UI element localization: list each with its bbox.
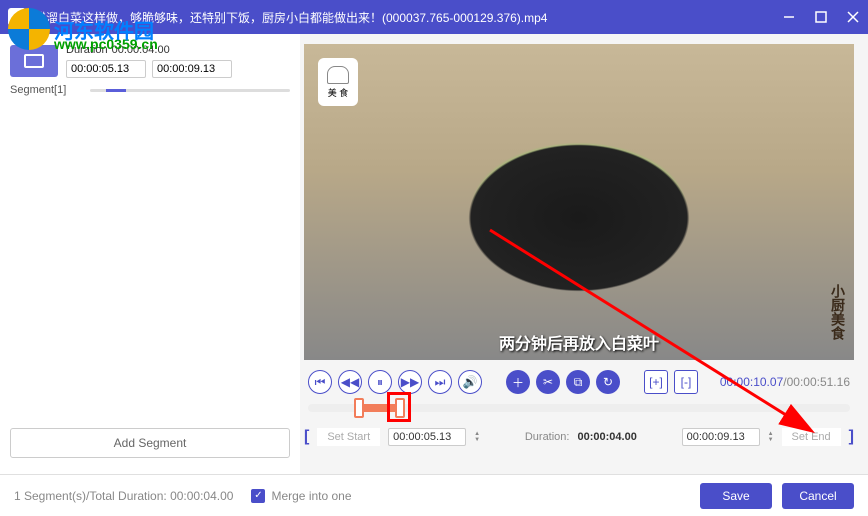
copy-icon[interactable]: ⧉ <box>566 370 590 394</box>
current-time: 00:00:10.07 <box>720 375 783 389</box>
cancel-button[interactable]: Cancel <box>782 483 854 509</box>
total-time: 00:00:51.16 <box>787 375 850 389</box>
start-time-input[interactable] <box>388 428 466 446</box>
set-start-button[interactable]: Set Start <box>317 428 380 446</box>
forward-icon[interactable]: ▶▶ <box>398 370 422 394</box>
add-marker-icon[interactable]: ＋ <box>506 370 530 394</box>
video-subtitle: 两分钟后再放入白菜叶 <box>499 330 659 354</box>
split-icon[interactable]: ✂ <box>536 370 560 394</box>
zoom-out-icon[interactable]: [-] <box>674 370 698 394</box>
annotation-red-box <box>387 392 411 422</box>
chef-badge: 美 食 <box>318 58 358 106</box>
duration-value: 00:00:04.00 <box>577 431 636 443</box>
merge-label: Merge into one <box>271 489 351 503</box>
watermark-text: 河东软件园 <box>54 15 154 44</box>
skip-start-icon[interactable]: ⏮ <box>308 370 332 394</box>
segment-start-input[interactable] <box>66 60 146 78</box>
skip-end-icon[interactable]: ⏭ <box>428 370 452 394</box>
timeline-row <box>304 404 854 412</box>
refresh-icon[interactable]: ↻ <box>596 370 620 394</box>
watermark: 河东软件园 <box>8 8 154 50</box>
add-segment-button[interactable]: Add Segment <box>10 428 290 458</box>
timeline-start-handle[interactable] <box>354 398 364 418</box>
preview-panel: 美 食 两分钟后再放入白菜叶 小厨美食 ⏮ ◀◀ ⏸ ▶▶ ⏭ 🔊 ＋ ✂ ⧉ … <box>300 34 868 474</box>
save-button[interactable]: Save <box>700 483 772 509</box>
segment-mini-timeline[interactable] <box>90 89 290 92</box>
playback-controls: ⏮ ◀◀ ⏸ ▶▶ ⏭ 🔊 ＋ ✂ ⧉ ↻ [+] [-] 00:00:10.0… <box>304 370 854 394</box>
play-pause-icon[interactable]: ⏸ <box>368 370 392 394</box>
video-preview[interactable]: 美 食 两分钟后再放入白菜叶 小厨美食 <box>304 44 854 360</box>
merge-checkbox[interactable]: ✓ <box>251 489 265 503</box>
rewind-icon[interactable]: ◀◀ <box>338 370 362 394</box>
footer: 1 Segment(s)/Total Duration: 00:00:04.00… <box>0 474 868 516</box>
time-display: 00:00:10.07/00:00:51.16 <box>720 375 850 389</box>
footer-status: 1 Segment(s)/Total Duration: 00:00:04.00 <box>14 489 233 503</box>
watermark-logo <box>8 8 50 50</box>
bracket-left-icon[interactable]: [ <box>304 428 309 446</box>
segment-end-input[interactable] <box>152 60 232 78</box>
maximize-button[interactable] <box>814 10 828 24</box>
duration-label: Duration: <box>525 431 570 443</box>
volume-icon[interactable]: 🔊 <box>458 370 482 394</box>
segment-label: Segment[1] <box>10 84 66 96</box>
segments-panel: Duration 00:00:04.00 Segment[1] Add Segm… <box>0 34 300 474</box>
range-controls: [ Set Start ▲▼ Duration: 00:00:04.00 ▲▼ … <box>304 428 854 446</box>
zoom-in-icon[interactable]: [+] <box>644 370 668 394</box>
minimize-button[interactable] <box>782 10 796 24</box>
video-side-text: 小厨美食 <box>828 284 848 340</box>
set-end-button[interactable]: Set End <box>782 428 841 446</box>
close-button[interactable] <box>846 10 860 24</box>
video-frame: 美 食 两分钟后再放入白菜叶 小厨美食 <box>304 44 854 360</box>
end-spinner[interactable]: ▲▼ <box>768 431 774 443</box>
start-spinner[interactable]: ▲▼ <box>474 431 480 443</box>
bracket-right-icon[interactable]: ] <box>849 428 854 446</box>
end-time-input[interactable] <box>682 428 760 446</box>
